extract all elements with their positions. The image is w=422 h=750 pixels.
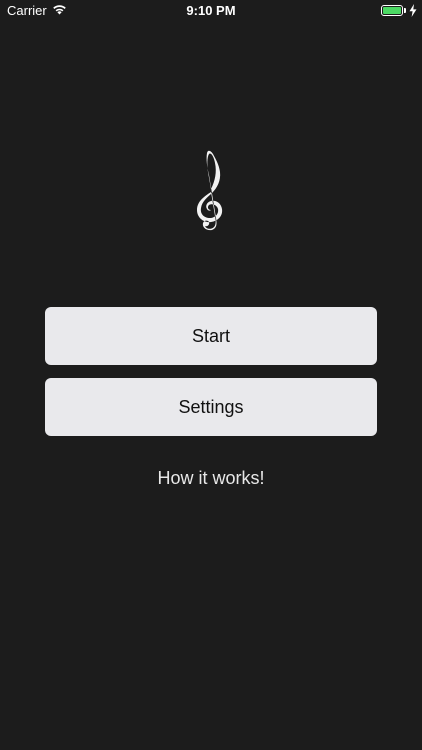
start-button[interactable]: Start bbox=[45, 307, 377, 365]
how-it-works-link[interactable]: How it works! bbox=[0, 468, 422, 489]
settings-button[interactable]: Settings bbox=[45, 378, 377, 436]
main-menu-screen: Carrier 9:10 PM Start Settings How it wo… bbox=[0, 0, 422, 750]
clock: 9:10 PM bbox=[186, 3, 236, 18]
treble-clef-icon bbox=[197, 150, 223, 231]
battery-icon bbox=[381, 5, 403, 16]
battery-level-fill bbox=[383, 7, 401, 14]
status-bar: Carrier 9:10 PM bbox=[0, 0, 422, 22]
charging-bolt-icon bbox=[409, 4, 417, 17]
battery-tip bbox=[404, 8, 406, 13]
